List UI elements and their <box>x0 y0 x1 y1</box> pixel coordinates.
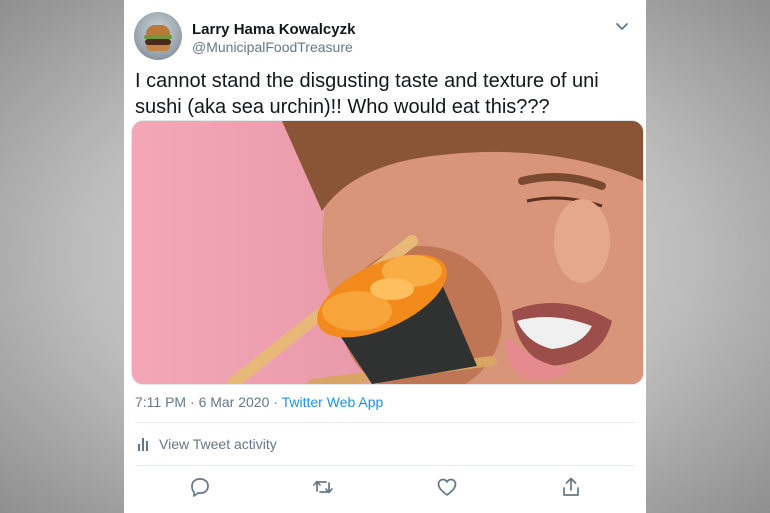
divider <box>135 465 635 466</box>
tweet-time[interactable]: 7:11 PM <box>135 394 186 410</box>
tweet-source-link[interactable]: Twitter Web App <box>282 394 384 410</box>
meta-separator: · <box>190 394 195 410</box>
retweet-icon[interactable] <box>312 476 334 498</box>
like-icon[interactable] <box>436 476 458 498</box>
reply-icon[interactable] <box>189 476 211 498</box>
tweet-photo[interactable] <box>131 120 644 385</box>
burger-bun-bottom <box>146 45 170 51</box>
meta-separator: · <box>273 394 278 410</box>
tweet-card: Larry Hama Kowalcyzk @MunicipalFoodTreas… <box>124 0 646 513</box>
tweet-meta: 7:11 PM · 6 Mar 2020 · Twitter Web App <box>135 394 383 410</box>
view-tweet-activity-link[interactable]: View Tweet activity <box>138 436 277 452</box>
activity-label: View Tweet activity <box>159 436 277 452</box>
author-handle[interactable]: @MunicipalFoodTreasure <box>192 39 353 55</box>
tweet-actions <box>124 476 646 500</box>
author-avatar[interactable] <box>134 12 182 60</box>
author-name[interactable]: Larry Hama Kowalcyzk <box>192 21 355 38</box>
tweet-text: I cannot stand the disgusting taste and … <box>135 70 599 118</box>
divider <box>135 422 635 423</box>
bar-chart-icon <box>138 437 150 451</box>
chevron-down-icon[interactable] <box>614 18 630 34</box>
tweet-date[interactable]: 6 Mar 2020 <box>199 394 270 410</box>
share-icon[interactable] <box>560 476 582 498</box>
